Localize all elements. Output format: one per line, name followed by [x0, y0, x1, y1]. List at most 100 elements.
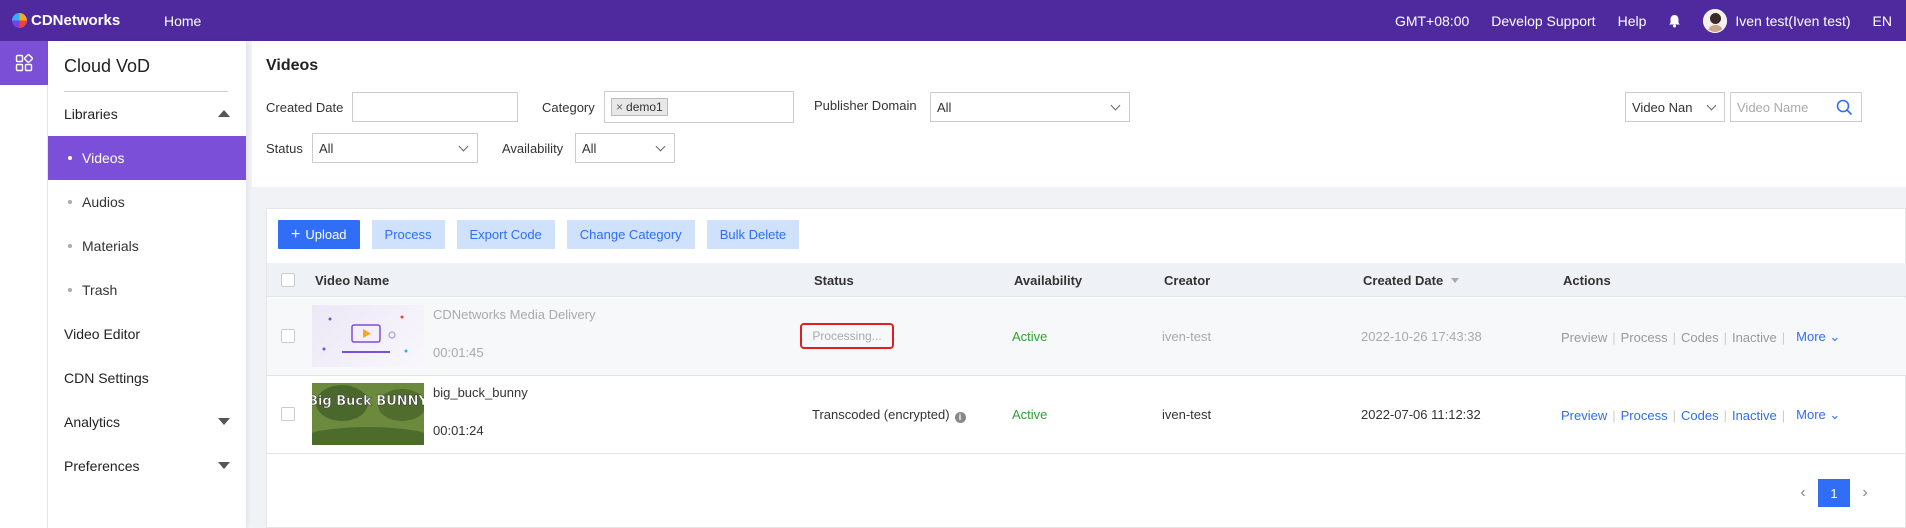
sidebar-title: Cloud VoD [64, 56, 151, 76]
publisher-domain-select[interactable]: All [930, 92, 1130, 122]
column-header-availability: Availability [1014, 273, 1083, 288]
status-label: Status [266, 141, 303, 156]
language-switch[interactable]: EN [1873, 13, 1892, 29]
search-input[interactable]: Video Name [1730, 92, 1862, 122]
svg-text:Big Buck BUNNY: Big Buck BUNNY [312, 394, 424, 409]
sidebar-item-audios[interactable]: Audios [48, 180, 246, 224]
column-header-created-date[interactable]: Created Date [1363, 273, 1460, 288]
process-link[interactable]: Process [1621, 408, 1668, 423]
help-link[interactable]: Help [1618, 13, 1647, 29]
sidebar-item-trash[interactable]: Trash [48, 268, 246, 312]
more-dropdown[interactable]: More ⌄ [1796, 329, 1840, 345]
chevron-down-icon: ⌄ [1829, 407, 1841, 422]
page-number-button[interactable]: 1 [1818, 479, 1850, 507]
process-button[interactable]: Process [371, 220, 445, 249]
created-date-input[interactable] [352, 92, 518, 122]
preview-link[interactable]: Preview [1561, 408, 1607, 423]
bulk-delete-button[interactable]: Bulk Delete [706, 220, 800, 249]
bell-icon[interactable] [1668, 14, 1681, 28]
sidebar-item-preferences[interactable]: Preferences [48, 444, 246, 488]
sidebar-item-label: Preferences [64, 458, 140, 474]
search-icon[interactable] [1836, 99, 1853, 116]
big-buck-bunny-thumbnail-icon: Big Buck BUNNY [312, 383, 424, 445]
caret-up-icon [218, 110, 230, 117]
export-code-button[interactable]: Export Code [456, 220, 555, 249]
sidebar-item-analytics[interactable]: Analytics [48, 400, 246, 444]
video-name[interactable]: big_buck_bunny [433, 385, 528, 400]
availability-value: Active [1012, 329, 1048, 344]
info-icon[interactable]: i [954, 411, 966, 423]
sidebar-item-videos[interactable]: Videos [48, 136, 246, 180]
sidebar-item-label: Videos [82, 150, 125, 166]
column-header-video-name: Video Name [315, 273, 390, 288]
video-thumbnail[interactable] [312, 305, 424, 367]
sidebar-item-video-editor[interactable]: Video Editor [48, 312, 246, 356]
created-date-label: Created Date [266, 100, 344, 115]
search-placeholder: Video Name [1737, 99, 1809, 115]
category-tag: × demo1 [611, 98, 668, 116]
more-dropdown[interactable]: More ⌄ [1796, 407, 1840, 423]
brand[interactable]: CDNetworks [12, 12, 152, 29]
category-select[interactable]: × demo1 [604, 91, 794, 123]
row-checkbox[interactable] [281, 329, 295, 343]
sort-desc-icon[interactable] [1451, 278, 1460, 283]
status-badge: Processing... [800, 323, 894, 349]
change-category-button[interactable]: Change Category [566, 220, 695, 249]
inactive-link[interactable]: Inactive [1732, 330, 1777, 345]
sidebar: Cloud VoD Libraries Videos Audios Materi… [48, 41, 246, 528]
bullet-icon [68, 288, 72, 292]
availability-value: All [582, 140, 597, 156]
app-rail [0, 41, 48, 528]
column-header-status: Status [814, 273, 854, 288]
select-all-checkbox[interactable] [281, 273, 295, 287]
preview-link[interactable]: Preview [1561, 330, 1607, 345]
sidebar-item-libraries[interactable]: Libraries [48, 92, 246, 136]
sidebar-item-label: CDN Settings [64, 370, 149, 386]
user-menu[interactable]: Iven test(Iven test) [1703, 8, 1851, 33]
video-name[interactable]: CDNetworks Media Delivery [433, 307, 596, 322]
search-type-select[interactable]: Video Nan [1625, 92, 1725, 122]
category-tag-label: demo1 [626, 100, 663, 114]
top-navigation-bar: CDNetworks Home GMT+08:00 Develop Suppor… [0, 0, 1906, 41]
sidebar-item-label: Audios [82, 194, 125, 210]
status-select[interactable]: All [312, 133, 478, 163]
tag-remove-icon[interactable]: × [616, 100, 623, 114]
table-header: Video Name Status Availability Creator C… [267, 263, 1906, 297]
nav-home-link[interactable]: Home [164, 13, 201, 29]
sidebar-item-cdn-settings[interactable]: CDN Settings [48, 356, 246, 400]
inactive-link[interactable]: Inactive [1732, 408, 1777, 423]
availability-select[interactable]: All [575, 133, 675, 163]
timezone-label[interactable]: GMT+08:00 [1395, 13, 1469, 29]
row-checkbox[interactable] [281, 407, 295, 421]
table-row: Big Buck BUNNY big_buck_bunny 00:01:24 T… [267, 376, 1906, 454]
chevron-right-icon[interactable]: › [1855, 481, 1875, 505]
upload-button[interactable]: + Upload [278, 220, 360, 249]
video-thumbnail[interactable]: Big Buck BUNNY [312, 383, 424, 445]
bullet-icon [68, 200, 72, 204]
sidebar-item-label: Video Editor [64, 326, 141, 342]
sidebar-item-label: Libraries [64, 106, 118, 122]
more-label: More [1796, 407, 1826, 422]
column-header-creator: Creator [1164, 273, 1211, 288]
sidebar-item-materials[interactable]: Materials [48, 224, 246, 268]
publisher-domain-label: Publisher Domain [814, 98, 917, 113]
sidebar-item-label: Trash [82, 282, 118, 298]
bullet-icon [68, 156, 72, 160]
sidebar-item-label: Analytics [64, 414, 121, 430]
process-link[interactable]: Process [1621, 330, 1668, 345]
search-type-value: Video Nan [1632, 99, 1693, 115]
filter-panel: Videos Created Date Category × demo1 Pub… [252, 41, 1906, 187]
codes-link[interactable]: Codes [1681, 330, 1719, 345]
video-duration: 00:01:24 [433, 423, 484, 438]
chevron-down-icon [655, 141, 666, 152]
develop-support-link[interactable]: Develop Support [1491, 13, 1595, 29]
codes-link[interactable]: Codes [1681, 408, 1719, 423]
row-actions: Preview | Process | Codes | Inactive | More … [1561, 329, 1841, 345]
more-label: More [1796, 329, 1826, 344]
caret-down-icon [218, 418, 230, 425]
pagination: ‹ 1 › [1793, 479, 1875, 507]
upload-button-label: Upload [305, 227, 347, 242]
app-grid-button[interactable] [0, 41, 48, 85]
chevron-left-icon[interactable]: ‹ [1793, 481, 1813, 505]
creator-value: iven-test [1162, 329, 1212, 344]
